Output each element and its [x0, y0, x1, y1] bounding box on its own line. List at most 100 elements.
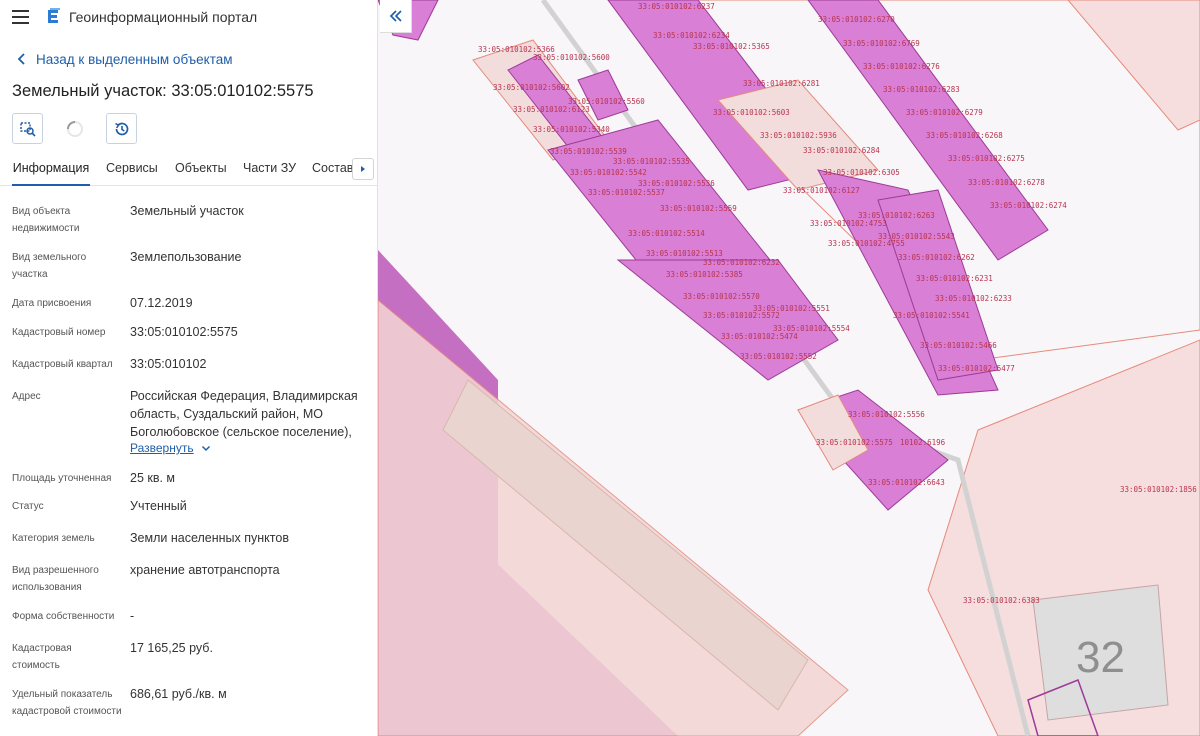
parcel-label: 33:05:010102:6123 [513, 105, 590, 114]
history-icon [114, 122, 128, 135]
back-to-selected-link[interactable]: Назад к выделенным объектам [14, 50, 233, 68]
prop-label: Кадастровая стоимость [12, 643, 72, 671]
parcel-label: 33:05:010102:6233 [935, 294, 1012, 303]
parcel-label: 33:05:010102:5559 [660, 204, 737, 213]
zoom-selection-icon [19, 121, 36, 137]
parcel-label: 33:05:010102:5385 [666, 270, 743, 279]
parcel-label: 33:05:010102:5603 [713, 108, 790, 117]
parcel-label: 33:05:010102:6232 [703, 258, 780, 267]
map-canvas[interactable]: 32 33:05:010102:5366 33:05:010102:5600 3… [378, 0, 1200, 736]
parcel-label: 33:05:010102:6281 [743, 79, 820, 88]
parcel-label: 33:05:010102:6268 [926, 131, 1003, 140]
parcel-label: 33:05:010102:4753 [810, 219, 887, 228]
prop-value: - [130, 609, 135, 623]
parcel-label: 33:05:010102:5537 [588, 188, 665, 197]
prop-value: 17 165,25 руб. [130, 641, 213, 655]
back-link-label: Назад к выделенным объектам [36, 51, 233, 67]
app-header: Геоинформационный портал [0, 0, 377, 34]
parcel-label: 33:05:010102:5536 [638, 179, 715, 188]
prop-label: Кадастровый квартал [12, 359, 113, 370]
prop-label: Кадастровый номер [12, 327, 106, 338]
menu-icon[interactable] [12, 10, 29, 24]
collapse-panel-button[interactable] [380, 0, 412, 33]
loading-spinner-icon [59, 113, 90, 144]
prop-value: Земли населенных пунктов [130, 531, 289, 545]
zone-area[interactable] [1067, 0, 1200, 131]
parcel-label: 33:05:010102:6231 [916, 274, 993, 283]
parcel-label: 33:05:010102:4755 [828, 239, 905, 248]
tab-objects[interactable]: Объекты [175, 153, 227, 186]
cadastral-map[interactable]: 32 33:05:010102:5366 33:05:010102:5600 3… [378, 0, 1200, 736]
parcel-label: 33:05:010102:5600 [533, 53, 610, 62]
prop-value: 07.12.2019 [130, 296, 193, 310]
parcel-label: 33:05:010102:5560 [568, 97, 645, 106]
tabs-scroll-right-button[interactable] [352, 158, 374, 180]
parcel-label: 33:05:010102:6383 [963, 596, 1040, 605]
parcel-label: 33:05:010102:5477 [938, 364, 1015, 373]
prop-value: 33:05:010102 [130, 357, 207, 371]
parcel-label: 33:05:010102:5365 [693, 42, 770, 51]
parcel-label: 33:05:010102:6279 [906, 108, 983, 117]
parcel-label: 33:05:010102:6276 [863, 62, 940, 71]
parcel-label: 33:05:010102:5602 [493, 83, 570, 92]
expand-address-link[interactable]: Развернуть [130, 441, 212, 455]
parcel-label: 33:05:010102:5466 [920, 341, 997, 350]
parcel-label: 33:05:010102:6769 [843, 39, 920, 48]
parcel-label: 10102:6196 [900, 438, 946, 447]
prop-label: Статус [12, 501, 44, 512]
parcel-label: 33:05:010102:6278 [968, 178, 1045, 187]
parcel-label: 33:05:010102:5575 [816, 438, 893, 447]
double-chevron-left-icon [389, 10, 402, 22]
tab-information[interactable]: Информация [12, 153, 90, 186]
parcel-label: 33:05:010102:5572 [703, 311, 780, 320]
parcel-label: 33:05:010102:6305 [823, 168, 900, 177]
tab-services[interactable]: Сервисы [106, 153, 158, 186]
chevron-down-icon [201, 445, 210, 452]
caret-right-icon [361, 166, 365, 172]
prop-label: Адрес [12, 391, 41, 402]
tab-composition[interactable]: Состав [312, 153, 353, 186]
prop-label: Площадь уточненная [12, 473, 112, 484]
prop-label: Вид разрешенного использования [12, 565, 99, 593]
prop-value: Землепользование [130, 250, 242, 264]
zoom-to-object-button[interactable] [12, 113, 43, 144]
object-title: Земельный участок: 33:05:010102:5575 [12, 82, 314, 100]
parcel-label: 33:05:010102:6262 [898, 253, 975, 262]
parcel-label: 33:05:010102:5541 [893, 311, 970, 320]
prop-value: Земельный участок [130, 204, 244, 218]
app-title: Геоинформационный портал [69, 9, 258, 25]
parcel-label: 33:05:010102:5936 [760, 131, 837, 140]
parcel-label: 33:05:010102:6270 [818, 15, 895, 24]
prop-label: Вид земельного участка [12, 252, 87, 280]
parcel-label: 33:05:010102:5552 [740, 352, 817, 361]
portal-logo-icon [48, 8, 60, 23]
parcel-label: 33:05:010102:6284 [803, 146, 880, 155]
side-panel: Геоинформационный портал Назад к выделен… [0, 0, 378, 736]
parcel-label: 33:05:010102:6127 [783, 186, 860, 195]
building-number: 32 [1076, 633, 1125, 682]
parcel-label: 33:05:010102:5474 [721, 332, 798, 341]
prop-label: Форма собственности [12, 611, 115, 622]
prop-value: 686,61 руб./кв. м [130, 687, 227, 701]
parcel-label: 33:05:010102:5570 [683, 292, 760, 301]
prop-value: 25 кв. м [130, 471, 176, 485]
parcel-label: 33:05:010102:6283 [883, 85, 960, 94]
expand-link-label: Развернуть [130, 441, 194, 455]
prop-label: Категория земель [12, 533, 95, 544]
status-value: Учтенный [130, 499, 187, 513]
prop-label: Удельный показатель кадастровой стоимост… [12, 689, 122, 717]
object-tabs: Информация Сервисы Объекты Части ЗУ Сост… [0, 153, 377, 186]
parcel-label: 33:05:010102:6234 [653, 31, 730, 40]
parcel-label: 33:05:010102:5535 [613, 157, 690, 166]
prop-label: Дата присвоения [12, 298, 92, 309]
parcel-label: 33:05:010102:6643 [868, 478, 945, 487]
parcel-label: 33:05:010102:6274 [990, 201, 1067, 210]
tab-parts[interactable]: Части ЗУ [243, 153, 296, 186]
parcel-label: 33:05:010102:5513 [646, 249, 723, 258]
parcel-label: 33:05:010102:5514 [628, 229, 705, 238]
prop-value: хранение автотранспорта [130, 563, 280, 577]
history-button[interactable] [106, 113, 137, 144]
parcel-label: 33:05:010102:1856 [1120, 485, 1197, 494]
parcel-label: 33:05:010102:5340 [533, 125, 610, 134]
object-toolbar [12, 113, 153, 145]
